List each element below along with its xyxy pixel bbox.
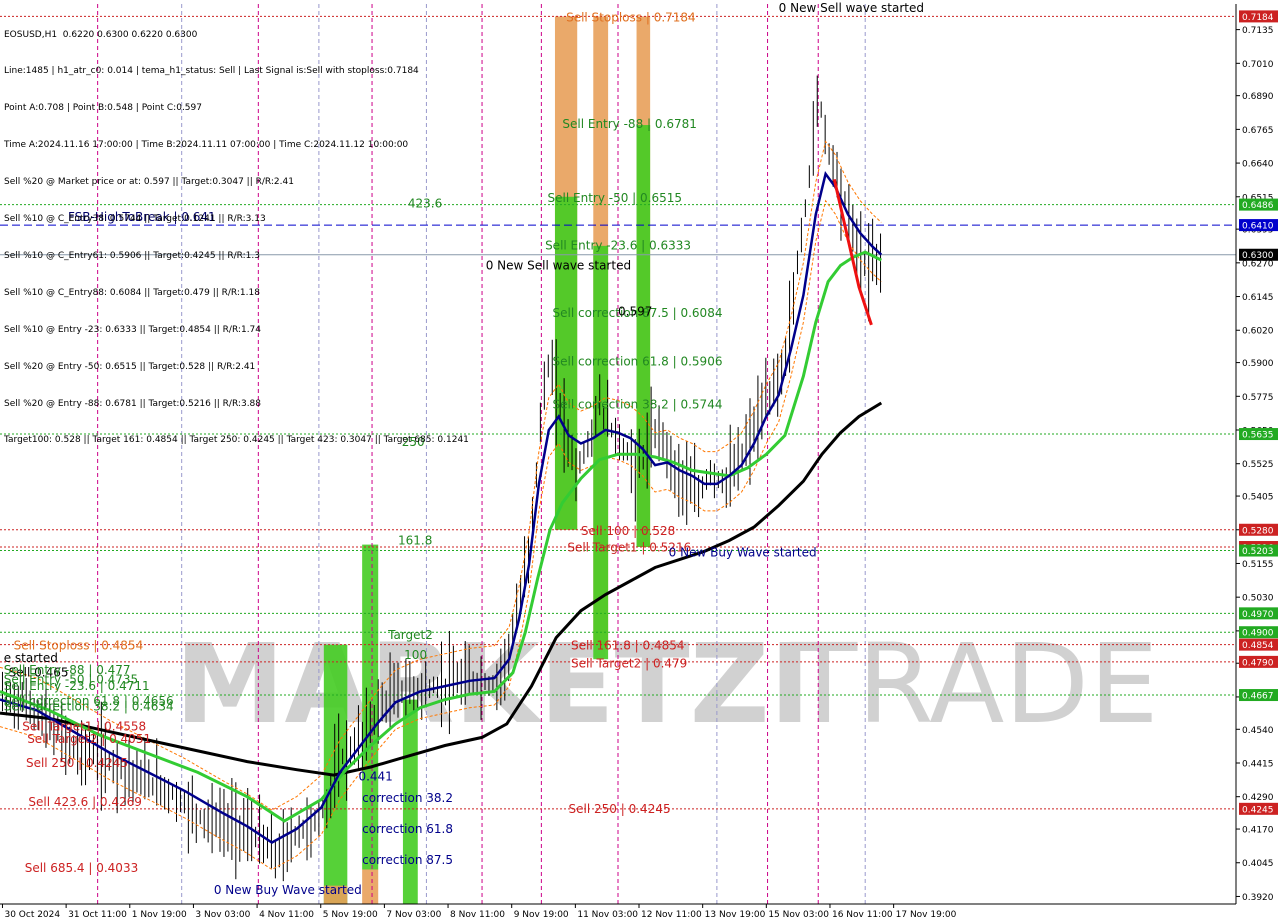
price-tick-label: 0.6145 bbox=[1242, 293, 1274, 303]
chart-annotation: correction 61.8 bbox=[362, 822, 453, 836]
time-tick-label: 11 Nov 03:00 bbox=[577, 910, 638, 920]
price-tick-label: 0.6890 bbox=[1242, 92, 1274, 102]
price-tag-label: 0.4667 bbox=[1242, 692, 1274, 702]
chart-annotation: Sell Target2 | 0.479 bbox=[571, 656, 687, 670]
info-line: Sell %10 @ C_Entry88: 0.6084 || Target:0… bbox=[4, 287, 260, 298]
time-tick-label: 12 Nov 11:00 bbox=[641, 910, 702, 920]
chart-annotation: Sell Entry -50 | 0.6515 bbox=[548, 191, 682, 205]
time-tick-label: 16 Nov 11:00 bbox=[832, 910, 893, 920]
info-line: Time A:2024.11.16 17:00:00 | Time B:2024… bbox=[4, 140, 409, 151]
info-line: Sell %20 @ Entry -88: 0.6781 || Target:0… bbox=[4, 398, 262, 409]
chart-annotation: 0 New Buy Wave started bbox=[669, 546, 817, 560]
chart-annotation: correction 87.5 bbox=[362, 853, 453, 867]
price-tick-label: 0.5900 bbox=[1242, 359, 1274, 369]
price-tick-label: 0.4045 bbox=[1242, 859, 1274, 869]
time-tick-label: 31 Oct 11:00 bbox=[68, 910, 127, 920]
time-tick-label: 1 Nov 19:00 bbox=[132, 910, 187, 920]
chart-annotation: Sell Stoploss | 0.7184 bbox=[566, 11, 696, 25]
chart-annotation: Sell 250 | 0.4245 bbox=[26, 756, 128, 770]
time-tick-label: 15 Nov 03:00 bbox=[768, 910, 829, 920]
price-tick-label: 0.5525 bbox=[1242, 460, 1274, 470]
price-tick-label: 0.4290 bbox=[1242, 793, 1274, 803]
chart-annotation: 0.597 bbox=[618, 304, 652, 318]
chart-annotation: Target2 bbox=[387, 628, 433, 642]
time-tick-label: 17 Nov 19:00 bbox=[896, 910, 957, 920]
info-line: Sell %20 @ Entry -50: 0.6515 || Target:0… bbox=[4, 361, 256, 372]
chart-annotation: Sell 100 | 0.528 bbox=[581, 524, 675, 538]
price-tag-label: 0.4245 bbox=[1242, 805, 1274, 815]
price-tag-label: 0.5635 bbox=[1242, 431, 1274, 441]
time-tick-label: 8 Nov 11:00 bbox=[450, 910, 505, 920]
chart-annotation: Sell 161.8 | 0.4854 bbox=[571, 639, 685, 653]
time-tick-label: 13 Nov 19:00 bbox=[705, 910, 766, 920]
chart-annotation: Sell Entry -23.6 | 0.6333 bbox=[545, 238, 691, 252]
chart-annotation: Sell correction 38.2 | 0.5744 bbox=[552, 397, 722, 411]
price-tick-label: 0.6640 bbox=[1242, 160, 1274, 170]
price-tag-label: 0.4854 bbox=[1242, 641, 1274, 651]
price-tag-label: 0.4970 bbox=[1242, 610, 1274, 620]
chart-annotation: 0.441 bbox=[358, 770, 392, 784]
info-line: Line:1485 | h1_atr_c0: 0.014 | tema_h1_s… bbox=[4, 66, 419, 77]
price-tag-label: 0.6300 bbox=[1242, 251, 1274, 261]
time-tick-label: 7 Nov 03:00 bbox=[386, 910, 441, 920]
price-tick-label: 0.5775 bbox=[1242, 393, 1274, 403]
price-tick-label: 0.4415 bbox=[1242, 759, 1274, 769]
info-line: Sell %10 @ Entry -23: 0.6333 || Target:0… bbox=[4, 324, 262, 335]
price-tick-label: 0.5155 bbox=[1242, 560, 1274, 570]
watermark-text-right: TRADE bbox=[789, 620, 1159, 748]
chart-annotation: Sell Entry -88 | 0.6781 bbox=[562, 117, 696, 131]
price-tick-label: 0.4170 bbox=[1242, 826, 1274, 836]
chart-annotation: 100 bbox=[404, 648, 427, 662]
chart-annotation: correction 38.2 bbox=[362, 791, 453, 805]
chart-annotation: Sell correction 61.8 | 0.5906 bbox=[552, 354, 722, 368]
price-tag-label: 0.7184 bbox=[1242, 13, 1274, 23]
chart-annotation: 161.8 bbox=[398, 534, 432, 548]
price-tick-label: 0.5030 bbox=[1242, 594, 1274, 604]
time-tick-label: 3 Nov 03:00 bbox=[195, 910, 250, 920]
price-tag-label: 0.4790 bbox=[1242, 658, 1274, 668]
fib-zone-bar bbox=[362, 869, 379, 904]
price-tag-label: 0.6486 bbox=[1242, 201, 1274, 211]
info-line: Sell %10 @ C_Entry61: 0.5906 || Target:0… bbox=[4, 250, 260, 261]
chart-annotation: 0 New Sell wave started bbox=[779, 1, 924, 15]
chart-annotation: Sell Target2 | 0.4051 bbox=[27, 732, 151, 746]
info-line: Target100: 0.528 || Target 161: 0.4854 |… bbox=[4, 435, 469, 446]
info-panel: EOSUSD,H1 0.6220 0.6300 0.6220 0.6300 Li… bbox=[4, 4, 469, 459]
info-line: Point A:0.708 | Point B:0.548 | Point C:… bbox=[4, 103, 202, 114]
chart-annotation: Sell Entry -23.6 | 0.4711 bbox=[4, 679, 150, 693]
time-tick-label: 9 Nov 19:00 bbox=[514, 910, 569, 920]
price-tag-label: 0.5203 bbox=[1242, 547, 1274, 557]
fib-zone-bar bbox=[636, 125, 651, 548]
time-tick-label: 5 Nov 19:00 bbox=[323, 910, 378, 920]
time-tick-label: 4 Nov 11:00 bbox=[259, 910, 314, 920]
price-tick-label: 0.4540 bbox=[1242, 726, 1274, 736]
chart-annotation: Sell 250 | 0.4245 bbox=[569, 802, 671, 816]
time-tick-label: 30 Oct 2024 bbox=[4, 910, 60, 920]
price-tag-label: 0.6410 bbox=[1242, 222, 1274, 232]
price-tick-label: 0.3920 bbox=[1242, 893, 1274, 903]
chart-annotation: Sell 685.4 | 0.4033 bbox=[25, 861, 139, 875]
price-tick-label: 0.7135 bbox=[1242, 26, 1274, 36]
price-tag-label: 0.5280 bbox=[1242, 526, 1274, 536]
info-line: Sell %20 @ Market price or at: 0.597 || … bbox=[4, 177, 294, 188]
chart-annotation: Sell 423.6 | 0.4269 bbox=[28, 795, 141, 809]
price-tick-label: 0.6020 bbox=[1242, 327, 1274, 337]
price-tick-label: 0.6765 bbox=[1242, 126, 1274, 136]
chart-annotation: 0 New Sell wave started bbox=[486, 259, 631, 273]
price-tag-label: 0.4900 bbox=[1242, 629, 1274, 639]
price-tick-label: 0.5405 bbox=[1242, 493, 1274, 503]
info-line: Sell %10 @ C_Entry38: 0.5744 || Target:0… bbox=[4, 214, 266, 225]
price-tick-label: 0.7010 bbox=[1242, 60, 1274, 70]
chart-annotation: 0 New Buy Wave started bbox=[214, 883, 362, 897]
symbol-ohlc-line: EOSUSD,H1 0.6220 0.6300 0.6220 0.6300 bbox=[4, 29, 198, 40]
chart-annotation: Sell correction 38.2 | 0.4634 bbox=[4, 699, 174, 713]
